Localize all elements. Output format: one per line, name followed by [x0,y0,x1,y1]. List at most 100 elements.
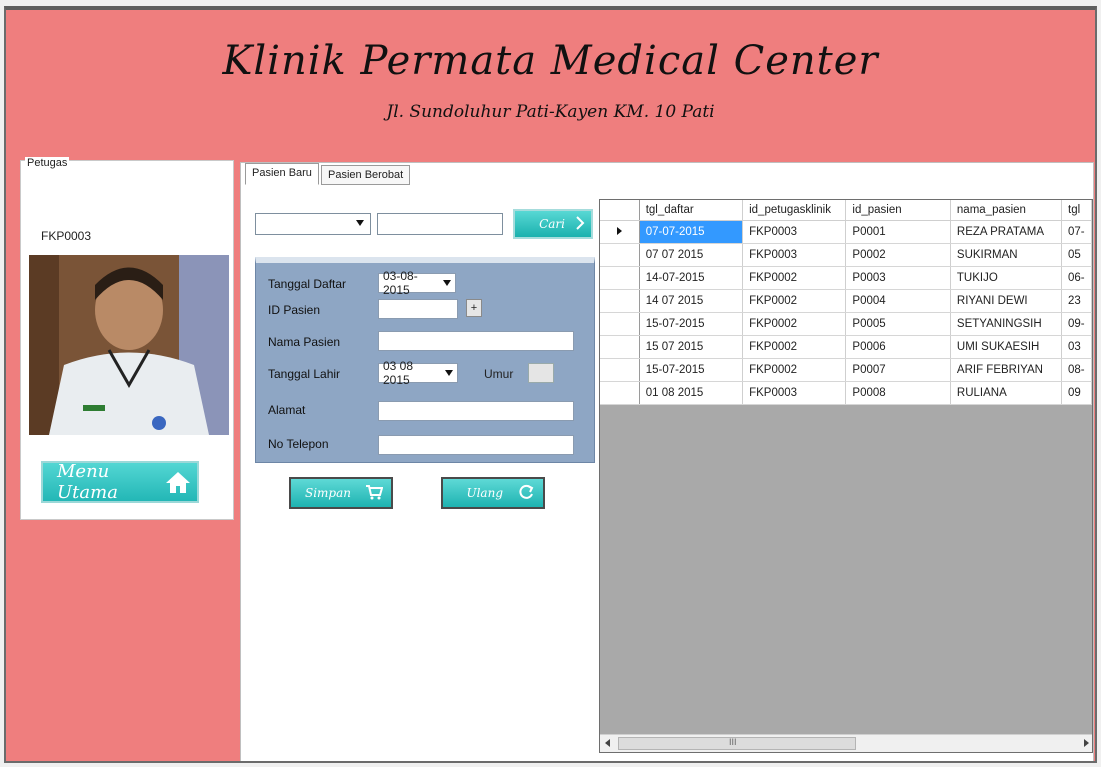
row-selector[interactable] [600,312,640,336]
search-field-select[interactable] [255,213,371,235]
menu-utama-label: Menu Utama [57,461,118,503]
umur-label: Umur [484,367,514,381]
staff-photo-image [29,255,229,435]
table-cell[interactable]: FKP0002 [742,266,847,290]
table-cell[interactable]: FKP0003 [742,243,847,267]
page-title: Klinik Permata Medical Center [222,38,879,84]
column-header-tgl[interactable]: tgl [1061,200,1092,221]
table-cell[interactable]: FKP0003 [742,220,847,244]
scroll-grip-label: III [729,737,737,747]
table-cell[interactable]: FKP0002 [742,312,847,336]
ulang-label: Ulang [466,486,503,500]
table-cell[interactable]: 15-07-2015 [639,312,744,336]
table-cell[interactable]: 05 [1061,243,1092,267]
table-cell[interactable]: P0006 [845,335,951,359]
table-cell[interactable]: P0007 [845,358,951,382]
table-row[interactable]: 01 08 2015 FKP0003 P0008 RULIANA 09 [600,381,1092,405]
table-cell[interactable]: REZA PRATAMA [950,220,1063,244]
tanggal-lahir-value: 03 08 2015 [383,359,414,387]
table-cell[interactable]: 07-07-2015 [639,220,744,244]
table-row[interactable]: 14 07 2015 FKP0002 P0004 RIYANI DEWI 23 [600,289,1092,313]
umur-field [528,363,554,383]
table-cell[interactable]: 14-07-2015 [639,266,744,290]
row-selector[interactable] [600,381,640,405]
page-subtitle: Jl. Sundoluhur Pati-Kayen KM. 10 Pati [386,102,715,122]
table-header-row: tgl_daftar id_petugasklinik id_pasien na… [600,200,1092,221]
column-header-id-petugasklinik[interactable]: id_petugasklinik [742,200,847,221]
table-cell[interactable]: 09 [1061,381,1092,405]
row-selector[interactable] [600,335,640,359]
table-cell[interactable]: FKP0002 [742,358,847,382]
row-selector[interactable] [600,289,640,313]
table-row[interactable]: 14-07-2015 FKP0002 P0003 TUKIJO 06- [600,266,1092,290]
table-cell[interactable]: TUKIJO [950,266,1063,290]
scroll-left-icon[interactable] [605,739,610,747]
tanggal-daftar-picker[interactable]: 03-08-2015 [378,269,456,297]
table-cell[interactable]: 08- [1061,358,1092,382]
table-cell[interactable]: 14 07 2015 [639,289,744,313]
row-selector[interactable] [600,243,640,267]
pasien-form: Tanggal Daftar 03-08-2015 ID Pasien + Na… [255,257,595,463]
table-cell[interactable]: FKP0002 [742,335,847,359]
table-cell[interactable]: 01 08 2015 [639,381,744,405]
column-header-tgl-daftar[interactable]: tgl_daftar [639,200,744,221]
nama-pasien-input[interactable] [378,331,574,351]
petugas-panel: Petugas FKP0003 Menu Utama [20,157,234,520]
table-cell[interactable]: SETYANINGSIH [950,312,1063,336]
table-cell[interactable]: 15 07 2015 [639,335,744,359]
no-telepon-label: No Telepon [268,437,329,451]
table-cell[interactable]: ARIF FEBRIYAN [950,358,1063,382]
table-cell[interactable]: FKP0003 [742,381,847,405]
alamat-input[interactable] [378,401,574,421]
table-cell[interactable]: P0008 [845,381,951,405]
tanggal-lahir-picker[interactable]: 03 08 2015 [378,359,458,387]
tab-pasien-baru[interactable]: Pasien Baru [245,163,319,185]
scrollbar-thumb[interactable]: III [618,737,856,750]
table-cell[interactable]: 06- [1061,266,1092,290]
row-selector[interactable] [600,266,640,290]
main-window: Klinik Permata Medical Center Jl. Sundol… [4,6,1097,763]
generate-id-button[interactable]: + [466,299,482,317]
table-row[interactable]: 15 07 2015 FKP0002 P0006 UMI SUKAESIH 03 [600,335,1092,359]
table-row[interactable]: 07 07 2015 FKP0003 P0002 SUKIRMAN 05 [600,243,1092,267]
table-cell[interactable]: 23 [1061,289,1092,313]
table-cell[interactable]: 03 [1061,335,1092,359]
table-cell[interactable]: P0002 [845,243,951,267]
cari-label: Cari [539,217,565,231]
alamat-label: Alamat [268,403,306,417]
ulang-button[interactable]: Ulang [441,477,545,509]
table-cell[interactable]: P0003 [845,266,951,290]
table-cell[interactable]: SUKIRMAN [950,243,1063,267]
menu-utama-button[interactable]: Menu Utama [41,461,199,503]
tanggal-lahir-label: Tanggal Lahir [268,367,341,381]
table-cell[interactable]: RIYANI DEWI [950,289,1063,313]
scroll-right-icon[interactable] [1084,739,1089,747]
table-cell[interactable]: 07- [1061,220,1092,244]
cari-button[interactable]: Cari [513,209,593,239]
table-cell[interactable]: UMI SUKAESIH [950,335,1063,359]
table-cell[interactable]: 09- [1061,312,1092,336]
simpan-button[interactable]: Simpan [289,477,393,509]
row-selector[interactable] [600,358,640,382]
table-cell[interactable]: 07 07 2015 [639,243,744,267]
column-header-nama-pasien[interactable]: nama_pasien [950,200,1063,221]
horizontal-scrollbar[interactable]: III [600,734,1092,752]
row-selector[interactable] [600,220,640,244]
table-row[interactable]: 15-07-2015 FKP0002 P0005 SETYANINGSIH 09… [600,312,1092,336]
id-pasien-input[interactable] [378,299,458,319]
tab-pasien-berobat[interactable]: Pasien Berobat [321,165,411,185]
table-cell[interactable]: FKP0002 [742,289,847,313]
main-panel: Pasien Baru Pasien Berobat Cari Tanggal … [240,162,1094,761]
table-row[interactable]: 15-07-2015 FKP0002 P0007 ARIF FEBRIYAN 0… [600,358,1092,382]
no-telepon-input[interactable] [378,435,574,455]
table-row[interactable]: 07-07-2015 FKP0003 P0001 REZA PRATAMA 07… [600,220,1092,244]
table-cell[interactable]: P0001 [845,220,951,244]
pasien-data-grid[interactable]: tgl_daftar id_petugasklinik id_pasien na… [599,199,1093,753]
home-icon [164,467,191,497]
search-input[interactable] [377,213,503,235]
table-cell[interactable]: 15-07-2015 [639,358,744,382]
table-cell[interactable]: P0004 [845,289,951,313]
table-cell[interactable]: P0005 [845,312,951,336]
column-header-id-pasien[interactable]: id_pasien [845,200,951,221]
table-cell[interactable]: RULIANA [950,381,1063,405]
